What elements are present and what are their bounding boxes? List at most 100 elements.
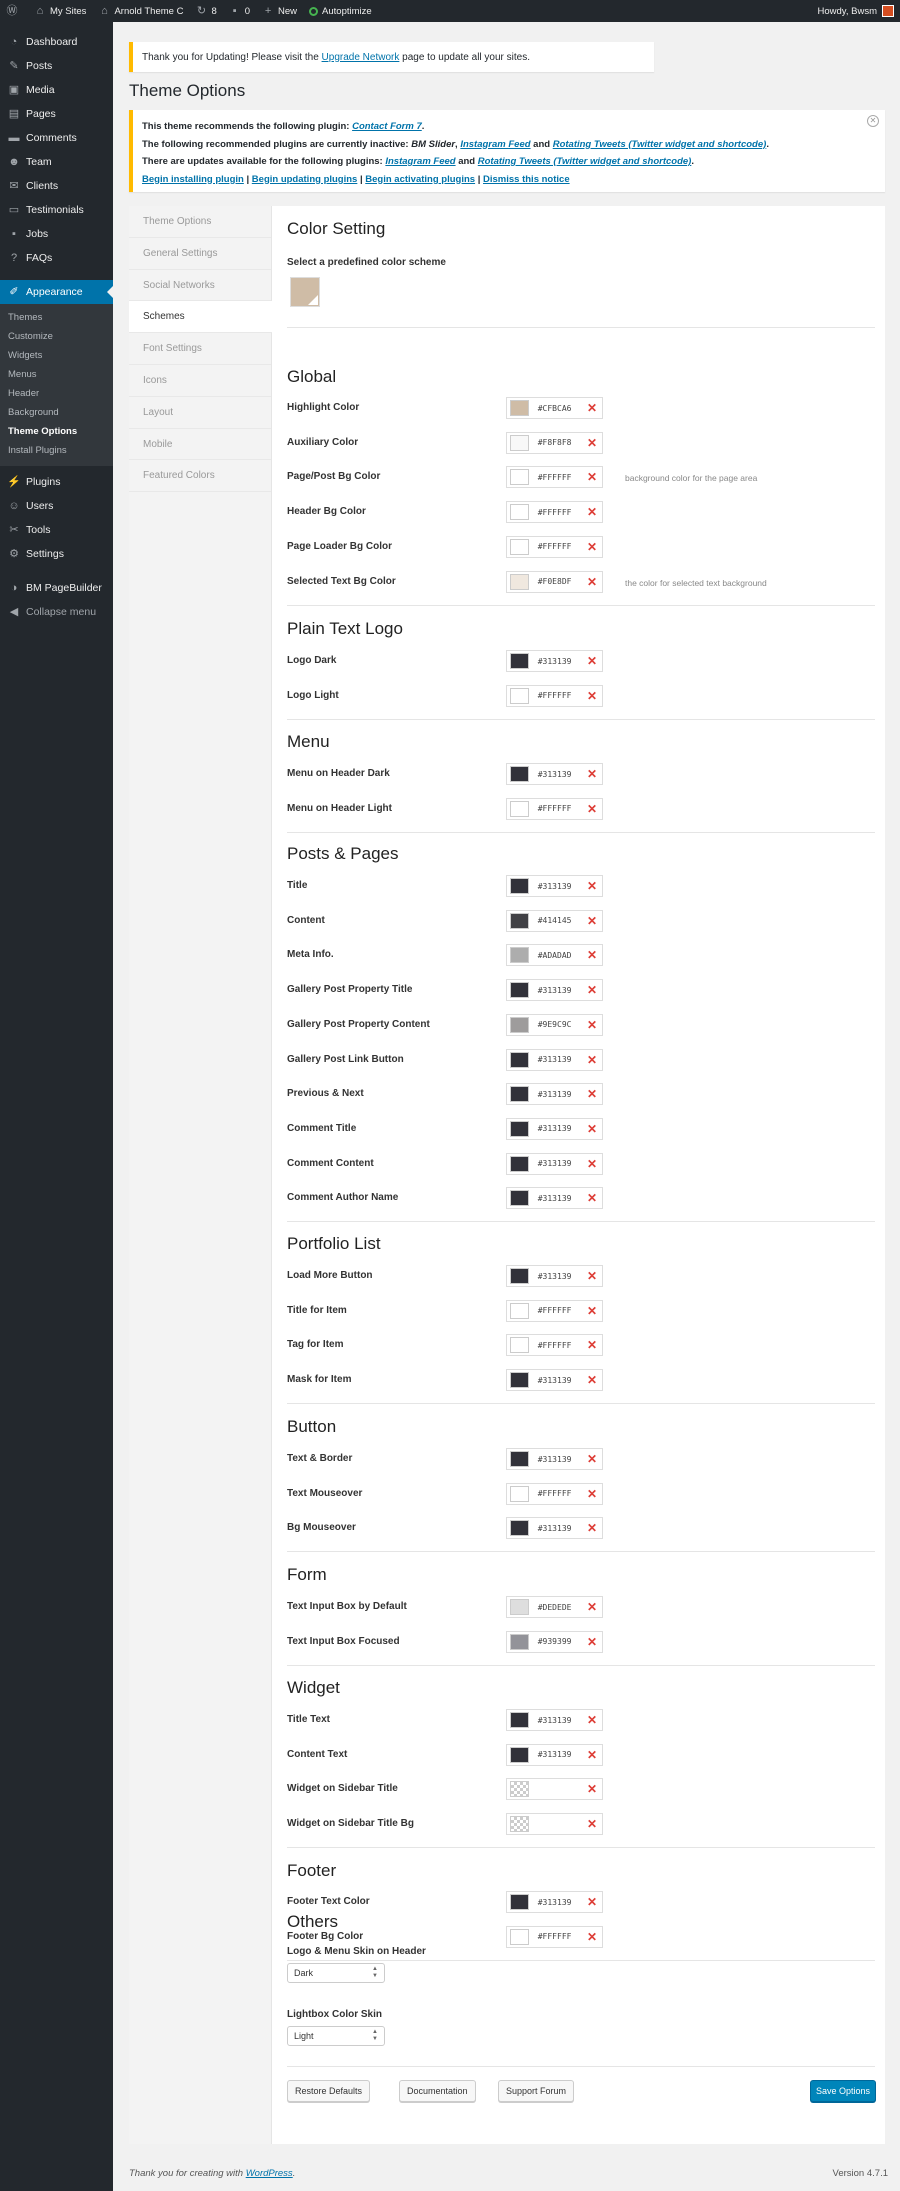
lightbox-skin-select[interactable]: Light ▲ ▼ xyxy=(287,2026,385,2046)
color-picker[interactable]: #FFFFFF ✕ xyxy=(506,1925,603,1948)
clear-color-icon[interactable]: ✕ xyxy=(587,1373,597,1387)
clear-color-icon[interactable]: ✕ xyxy=(587,540,597,554)
clear-color-icon[interactable]: ✕ xyxy=(587,1748,597,1762)
color-picker[interactable]: ✕ xyxy=(506,1813,603,1836)
clear-color-icon[interactable]: ✕ xyxy=(587,983,597,997)
new-content-link[interactable]: + New xyxy=(256,0,303,22)
tab-theme-options[interactable]: Theme Options xyxy=(129,206,271,238)
autoptimize-link[interactable]: Autoptimize xyxy=(303,0,378,22)
my-sites-link[interactable]: ⌂ My Sites xyxy=(28,0,92,22)
color-swatch[interactable] xyxy=(510,947,529,964)
color-swatch[interactable] xyxy=(510,1016,529,1033)
color-hex-value[interactable]: #313139 xyxy=(538,1750,587,1759)
sidebar-item-faqs[interactable]: ? FAQs xyxy=(0,246,113,270)
color-hex-value[interactable]: #FFFFFF xyxy=(538,804,587,813)
color-picker[interactable]: #313139 ✕ xyxy=(506,1265,603,1287)
color-picker[interactable]: #F8F8F8 ✕ xyxy=(506,431,603,454)
submenu-item-install-plugins[interactable]: Install Plugins xyxy=(0,441,113,460)
color-hex-value[interactable]: #313139 xyxy=(538,882,587,891)
color-swatch[interactable] xyxy=(510,1451,529,1467)
color-picker[interactable]: #313139 ✕ xyxy=(506,1369,603,1392)
color-scheme-swatch[interactable] xyxy=(290,277,320,307)
color-swatch[interactable] xyxy=(510,469,529,486)
color-swatch[interactable] xyxy=(510,400,529,416)
clear-color-icon[interactable]: ✕ xyxy=(587,436,597,450)
sidebar-item-jobs[interactable]: ▪ Jobs xyxy=(0,222,113,246)
color-picker[interactable]: #FFFFFF ✕ xyxy=(506,535,603,558)
color-picker[interactable]: #313139 ✕ xyxy=(506,1448,603,1470)
color-picker[interactable]: #313139 ✕ xyxy=(506,650,603,672)
clear-color-icon[interactable]: ✕ xyxy=(587,654,597,668)
color-picker[interactable]: #313139 ✕ xyxy=(506,1152,603,1175)
color-swatch[interactable] xyxy=(510,1712,529,1728)
instagram-feed-update-link[interactable]: Instagram Feed xyxy=(385,156,455,167)
sidebar-item-team[interactable]: ☻ Team xyxy=(0,150,113,174)
sidebar-item-pagebuilder[interactable]: ◑ BM PageBuilder xyxy=(0,576,113,600)
color-swatch[interactable] xyxy=(510,1086,529,1103)
color-picker[interactable]: #313139 ✕ xyxy=(506,875,603,897)
color-hex-value[interactable]: #F8F8F8 xyxy=(538,438,587,447)
color-swatch[interactable] xyxy=(510,653,529,669)
color-swatch[interactable] xyxy=(510,573,529,590)
clear-color-icon[interactable]: ✕ xyxy=(587,1782,597,1796)
clear-color-icon[interactable]: ✕ xyxy=(587,1487,597,1501)
wp-logo[interactable]: Ⓦ xyxy=(0,0,28,22)
color-picker[interactable]: #ADADAD ✕ xyxy=(506,944,603,967)
color-picker[interactable]: #313139 ✕ xyxy=(506,1048,603,1071)
color-picker[interactable]: #FFFFFF ✕ xyxy=(506,684,603,707)
clear-color-icon[interactable]: ✕ xyxy=(587,1635,597,1649)
sidebar-item-users[interactable]: ☺ Users xyxy=(0,494,113,518)
clear-color-icon[interactable]: ✕ xyxy=(587,767,597,781)
color-hex-value[interactable]: #313139 xyxy=(538,986,587,995)
color-picker[interactable]: #313139 ✕ xyxy=(506,1709,603,1731)
color-swatch[interactable] xyxy=(510,1520,529,1537)
color-hex-value[interactable]: #FFFFFF xyxy=(538,1932,587,1941)
documentation-button[interactable]: Documentation xyxy=(399,2080,476,2102)
wordpress-link[interactable]: WordPress xyxy=(246,2168,293,2179)
begin-updating-link[interactable]: Begin updating plugins xyxy=(252,174,358,185)
color-picker[interactable]: #313139 ✕ xyxy=(506,979,603,1002)
color-swatch[interactable] xyxy=(510,434,529,451)
submenu-item-theme-options[interactable]: Theme Options xyxy=(0,422,113,441)
color-swatch[interactable] xyxy=(510,1190,529,1207)
color-picker[interactable]: #939399 ✕ xyxy=(506,1630,603,1653)
sidebar-item-tools[interactable]: ✂ Tools xyxy=(0,518,113,542)
begin-activating-link[interactable]: Begin activating plugins xyxy=(365,174,475,185)
color-swatch[interactable] xyxy=(510,1051,529,1068)
restore-defaults-button[interactable]: Restore Defaults xyxy=(287,2080,371,2102)
color-picker[interactable]: #FFFFFF ✕ xyxy=(506,466,603,489)
color-picker[interactable]: #DEDEDE ✕ xyxy=(506,1596,603,1618)
color-picker[interactable]: #313139 ✕ xyxy=(506,1517,603,1540)
color-hex-value[interactable]: #313139 xyxy=(538,1376,587,1385)
color-picker[interactable]: #FFFFFF ✕ xyxy=(506,797,603,820)
clear-color-icon[interactable]: ✕ xyxy=(587,1600,597,1614)
color-hex-value[interactable]: #313139 xyxy=(538,1194,587,1203)
color-swatch[interactable] xyxy=(510,912,529,929)
submenu-item-background[interactable]: Background xyxy=(0,403,113,422)
color-hex-value[interactable]: #313139 xyxy=(538,770,587,779)
color-swatch[interactable] xyxy=(510,1337,529,1354)
clear-color-icon[interactable]: ✕ xyxy=(587,948,597,962)
color-swatch[interactable] xyxy=(510,1120,529,1137)
color-hex-value[interactable]: #FFFFFF xyxy=(538,542,587,551)
color-picker[interactable]: #414145 ✕ xyxy=(506,909,603,932)
color-picker[interactable]: #FFFFFF ✕ xyxy=(506,1334,603,1357)
color-picker[interactable]: #FFFFFF ✕ xyxy=(506,1299,603,1322)
comments-link[interactable]: ▪ 0 xyxy=(223,0,256,22)
color-hex-value[interactable]: #FFFFFF xyxy=(538,1306,587,1315)
clear-color-icon[interactable]: ✕ xyxy=(587,1087,597,1101)
color-hex-value[interactable]: #FFFFFF xyxy=(538,1489,587,1498)
submenu-item-header[interactable]: Header xyxy=(0,384,113,403)
rotating-tweets-link[interactable]: Rotating Tweets (Twitter widget and shor… xyxy=(553,139,767,150)
color-picker[interactable]: #313139 ✕ xyxy=(506,763,603,785)
color-hex-value[interactable]: #313139 xyxy=(538,1716,587,1725)
color-swatch[interactable] xyxy=(510,982,529,999)
color-hex-value[interactable]: #313139 xyxy=(538,1159,587,1168)
color-swatch[interactable] xyxy=(510,1894,529,1910)
contact-form-link[interactable]: Contact Form 7 xyxy=(352,121,422,132)
color-swatch[interactable] xyxy=(510,538,529,555)
color-hex-value[interactable]: #FFFFFF xyxy=(538,691,587,700)
tab-general-settings[interactable]: General Settings xyxy=(129,238,271,270)
upgrade-network-link[interactable]: Upgrade Network xyxy=(322,52,400,63)
save-options-button[interactable]: Save Options xyxy=(810,2080,876,2102)
